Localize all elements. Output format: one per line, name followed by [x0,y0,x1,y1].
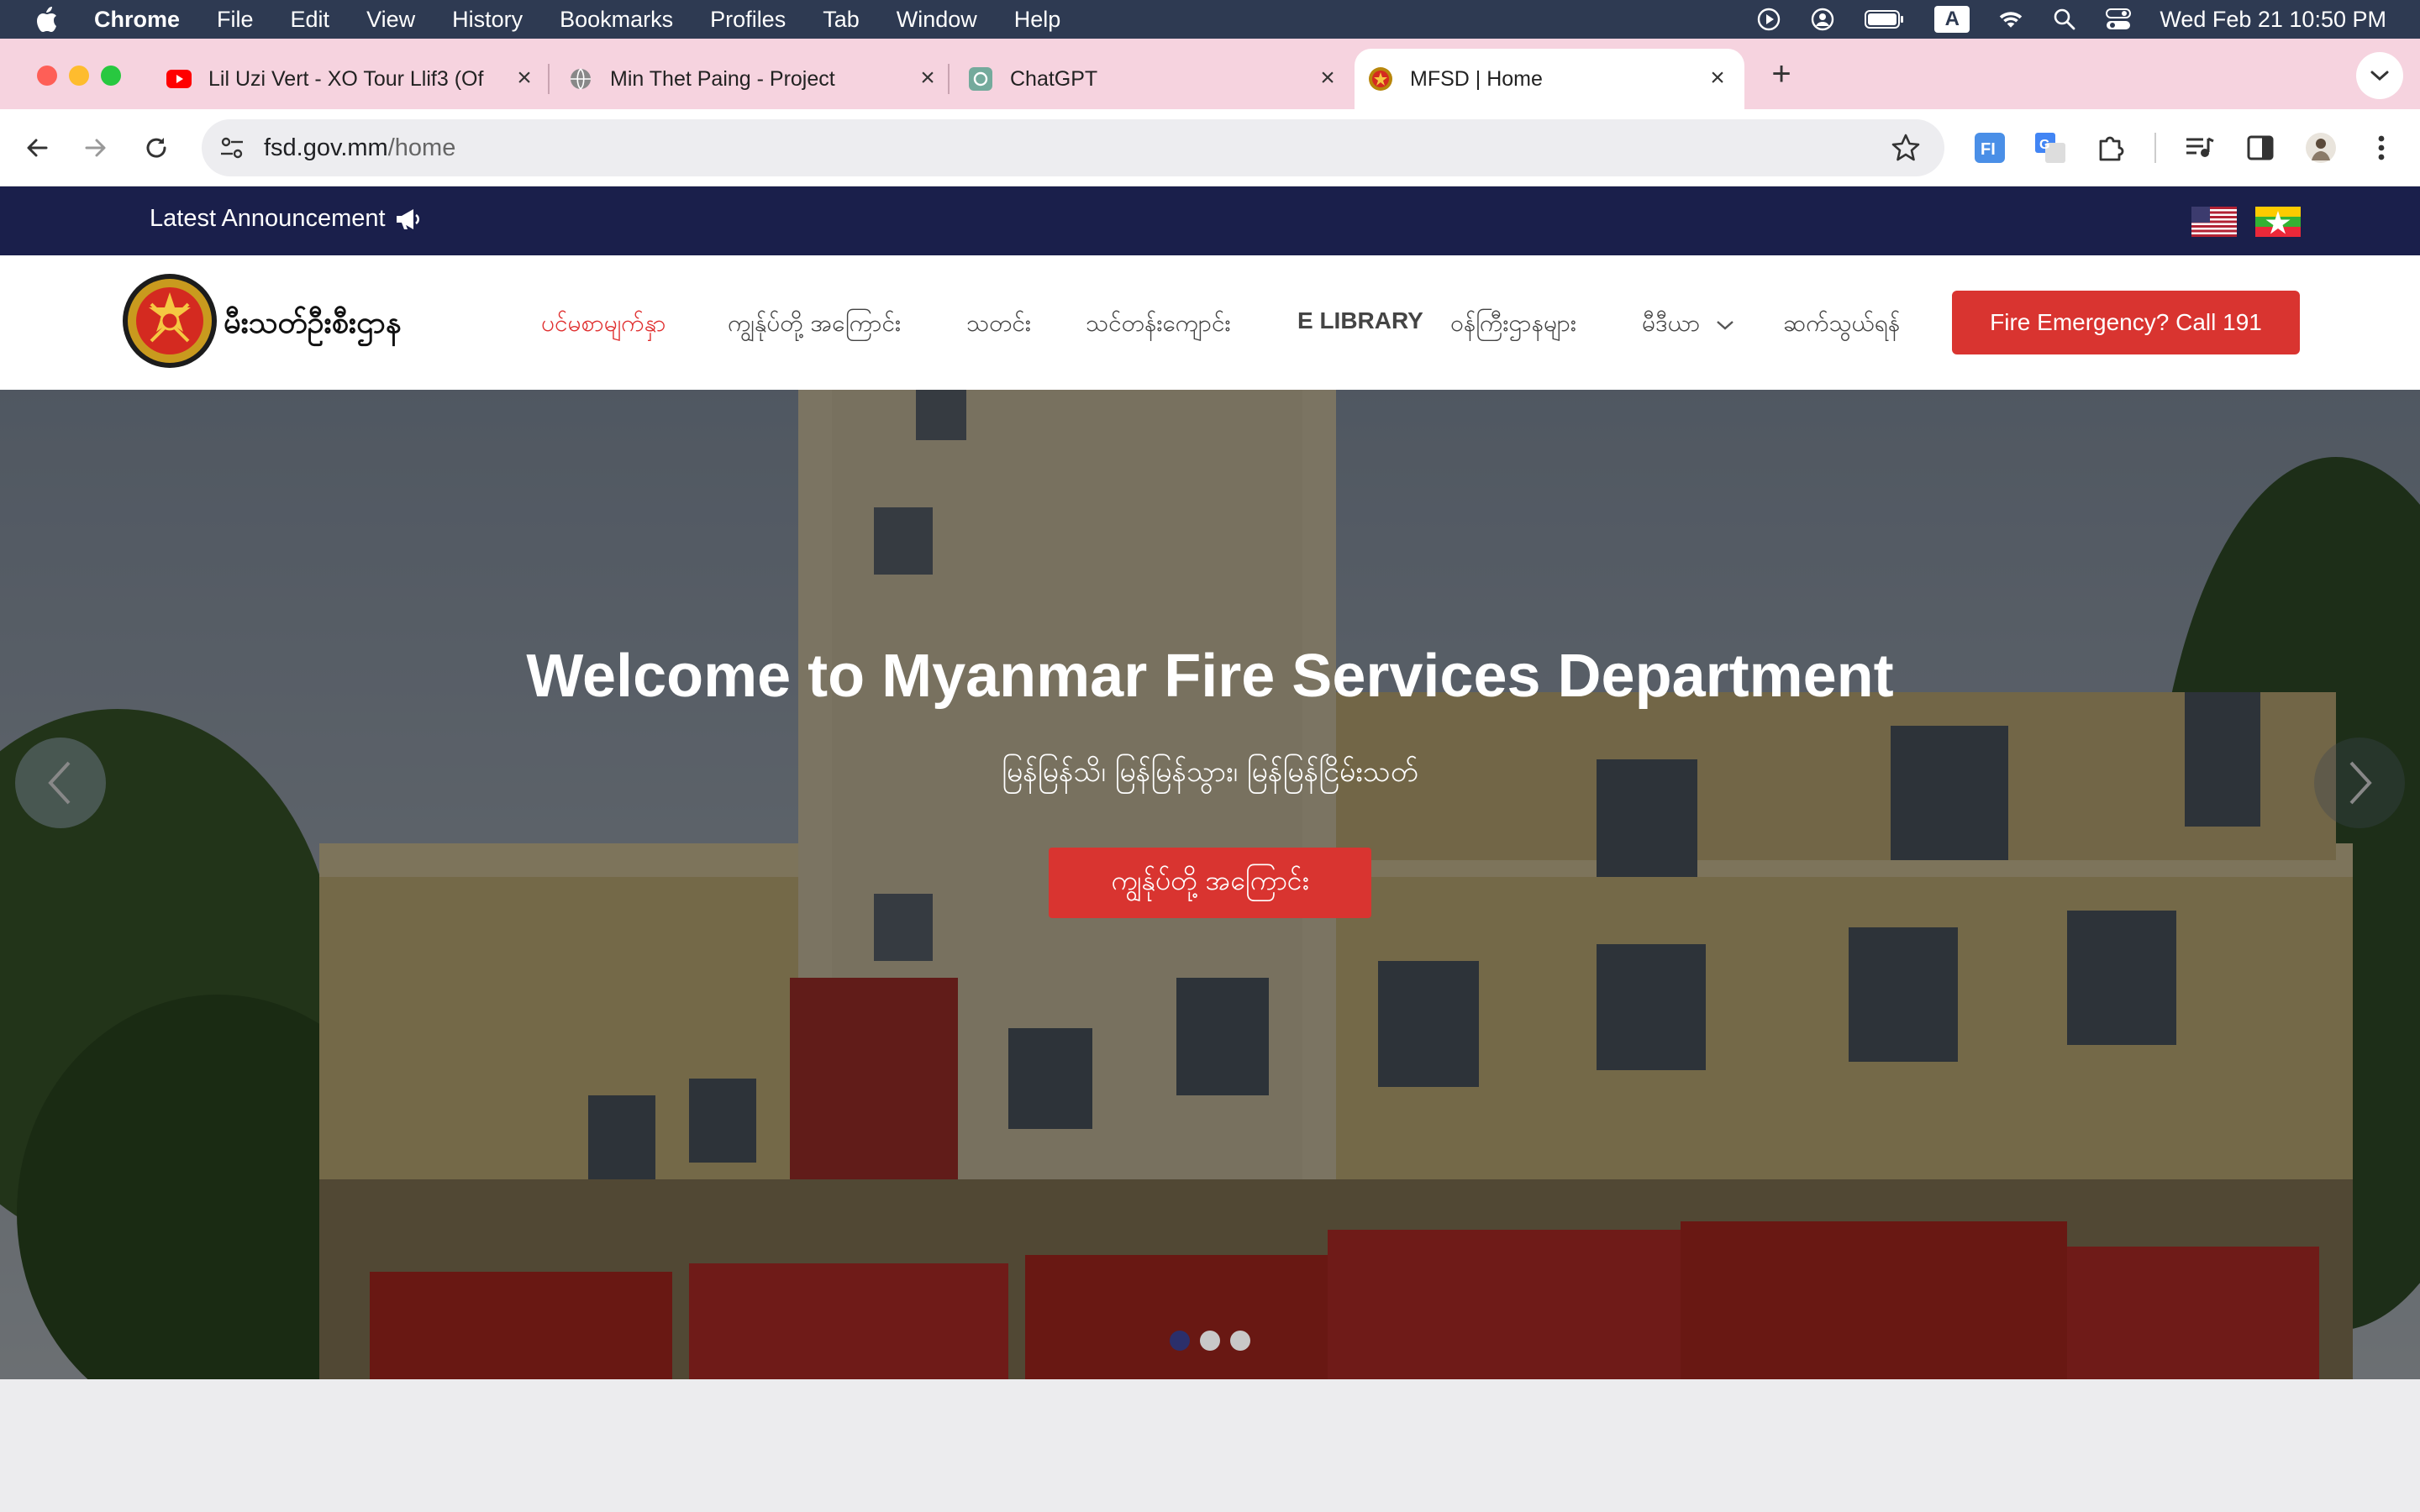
fire-emergency-call-button[interactable]: Fire Emergency? Call 191 [1952,291,2300,354]
site-header-nav: မီးသတ်ဦးစီးဌာန ပင်မစာမျက်နှာ ကျွန်ုပ်တို… [0,255,2420,390]
url-domain: fsd.gov.mm [264,134,388,161]
mfsd-icon [1368,66,1393,92]
megaphone-icon [396,208,419,229]
menu-help[interactable]: Help [1014,7,1061,33]
chevron-down-icon [1717,321,1734,330]
hero-title: Welcome to Myanmar Fire Services Departm… [526,643,1894,710]
url-path: /home [387,134,456,161]
input-source-indicator[interactable]: A [1934,6,1970,33]
carousel-next-button[interactable] [2314,738,2405,828]
menu-history[interactable]: History [452,7,523,33]
myanmar-flag-icon[interactable] [2255,207,2301,237]
carousel-dot-3[interactable] [1230,1331,1250,1351]
menu-profiles[interactable]: Profiles [710,7,786,33]
site-info-icon[interactable] [217,133,247,163]
tab-title: MFSD | Home [1410,66,1543,91]
address-url: fsd.gov.mm/home [264,134,455,162]
menu-app-chrome[interactable]: Chrome [94,7,180,33]
nav-e-library[interactable]: E LIBRARY [1297,307,1423,334]
wifi-icon[interactable] [1998,7,2023,32]
browser-tab-project[interactable]: Min Thet Paing - Project × [568,49,938,109]
menu-bookmarks[interactable]: Bookmarks [560,7,673,33]
browser-toolbar: fsd.gov.mm/home FI G [0,109,2420,186]
translate-extension-icon[interactable]: FI [1971,129,2008,166]
menu-view[interactable]: View [366,7,415,33]
mfsd-logo[interactable] [121,272,218,370]
tab-close-icon[interactable]: × [1704,66,1731,92]
new-tab-button[interactable]: + [1765,57,1798,92]
nav-media-label: မီဒီယာ [1642,309,1701,337]
menu-tab[interactable]: Tab [823,7,860,33]
address-bar[interactable]: fsd.gov.mm/home [202,119,1944,176]
announcement-label: Latest Announcement [150,205,386,232]
tab-title: Lil Uzi Vert - XO Tour Llif3 (Of [208,66,484,91]
browser-tab-youtube[interactable]: Lil Uzi Vert - XO Tour Llif3 (Of × [166,49,536,109]
back-button[interactable] [17,128,57,168]
menu-edit[interactable]: Edit [291,7,330,33]
chrome-menu-icon[interactable] [2363,129,2400,166]
menu-file[interactable]: File [217,7,254,33]
forward-button[interactable] [76,128,116,168]
nav-media-dropdown[interactable]: မီဒီယာ [1642,307,1734,343]
globe-icon [568,66,593,92]
window-close-button[interactable] [37,66,57,86]
user-account-icon[interactable] [1810,7,1835,32]
extensions-puzzle-icon[interactable] [2092,129,2129,166]
carousel-dot-1[interactable] [1170,1331,1190,1351]
hero-carousel: Welcome to Myanmar Fire Services Departm… [0,390,2420,1379]
browser-tab-chatgpt[interactable]: ChatGPT × [968,49,1338,109]
chatgpt-icon [968,66,993,92]
toolbar-divider [2154,133,2156,163]
nav-contact[interactable]: ဆက်သွယ်ရန် [1783,307,1900,343]
tab-close-icon[interactable]: × [511,66,538,92]
menubar-clock[interactable]: Wed Feb 21 10:50 PM [2160,7,2386,33]
now-playing-icon[interactable] [1756,7,1781,32]
nav-training-school[interactable]: သင်တန်းကျောင်း [1086,307,1231,343]
hero-subtitle: မြန်မြန်သိ၊ မြန်မြန်သွား၊ မြန်မြန်ငြိမ်း… [1002,755,1418,789]
side-panel-icon[interactable] [2242,129,2279,166]
profile-avatar[interactable] [2302,129,2339,166]
announcement-bar: Latest Announcement [0,186,2420,255]
nav-news[interactable]: သတင်း [966,307,1031,343]
nav-ministries[interactable]: ဝန်ကြီးဌာနများ [1450,307,1576,343]
us-flag-icon[interactable] [2191,207,2237,237]
nav-home[interactable]: ပင်မစာမျက်နှာ [541,307,666,343]
window-minimize-button[interactable] [69,66,89,86]
svg-text:G: G [2039,138,2049,152]
tab-title: Min Thet Paing - Project [610,66,835,91]
tab-title: ChatGPT [1010,66,1098,91]
site-logo-text[interactable]: မီးသတ်ဦးစီးဌာန [224,302,401,348]
media-controls-icon[interactable] [2181,129,2218,166]
tab-close-icon[interactable]: × [1314,66,1341,92]
latest-announcement-link[interactable]: Latest Announcement [150,205,421,233]
menu-window[interactable]: Window [897,7,977,33]
carousel-prev-button[interactable] [15,738,106,828]
hero-about-us-button[interactable]: ကျွန်ုပ်တို့ အကြောင်း [1049,848,1371,918]
tab-separator [548,64,550,94]
browser-tab-mfsd-active[interactable]: MFSD | Home × [1355,49,1744,109]
apple-icon[interactable] [34,5,67,34]
youtube-icon [166,66,192,92]
google-translate-icon[interactable]: G [2032,129,2069,166]
svg-text:FI: FI [1981,140,1996,159]
window-zoom-button[interactable] [101,66,121,86]
tab-search-button[interactable] [2356,52,2403,99]
bookmark-star-icon[interactable] [1891,133,1921,163]
tab-separator [948,64,950,94]
macos-menu-bar: Chrome File Edit View History Bookmarks … [0,0,2420,39]
reload-button[interactable] [136,128,176,168]
page-below-fold [0,1379,2420,1512]
control-center-icon[interactable] [2106,7,2132,32]
carousel-dot-2[interactable] [1200,1331,1220,1351]
nav-about-us[interactable]: ကျွန်ုပ်တို့ အကြောင်း [728,307,901,343]
spotlight-search-icon[interactable] [2052,7,2077,32]
browser-tab-strip: Lil Uzi Vert - XO Tour Llif3 (Of × Min T… [0,39,2420,109]
tab-close-icon[interactable]: × [914,66,941,92]
battery-icon[interactable] [1864,7,1906,32]
